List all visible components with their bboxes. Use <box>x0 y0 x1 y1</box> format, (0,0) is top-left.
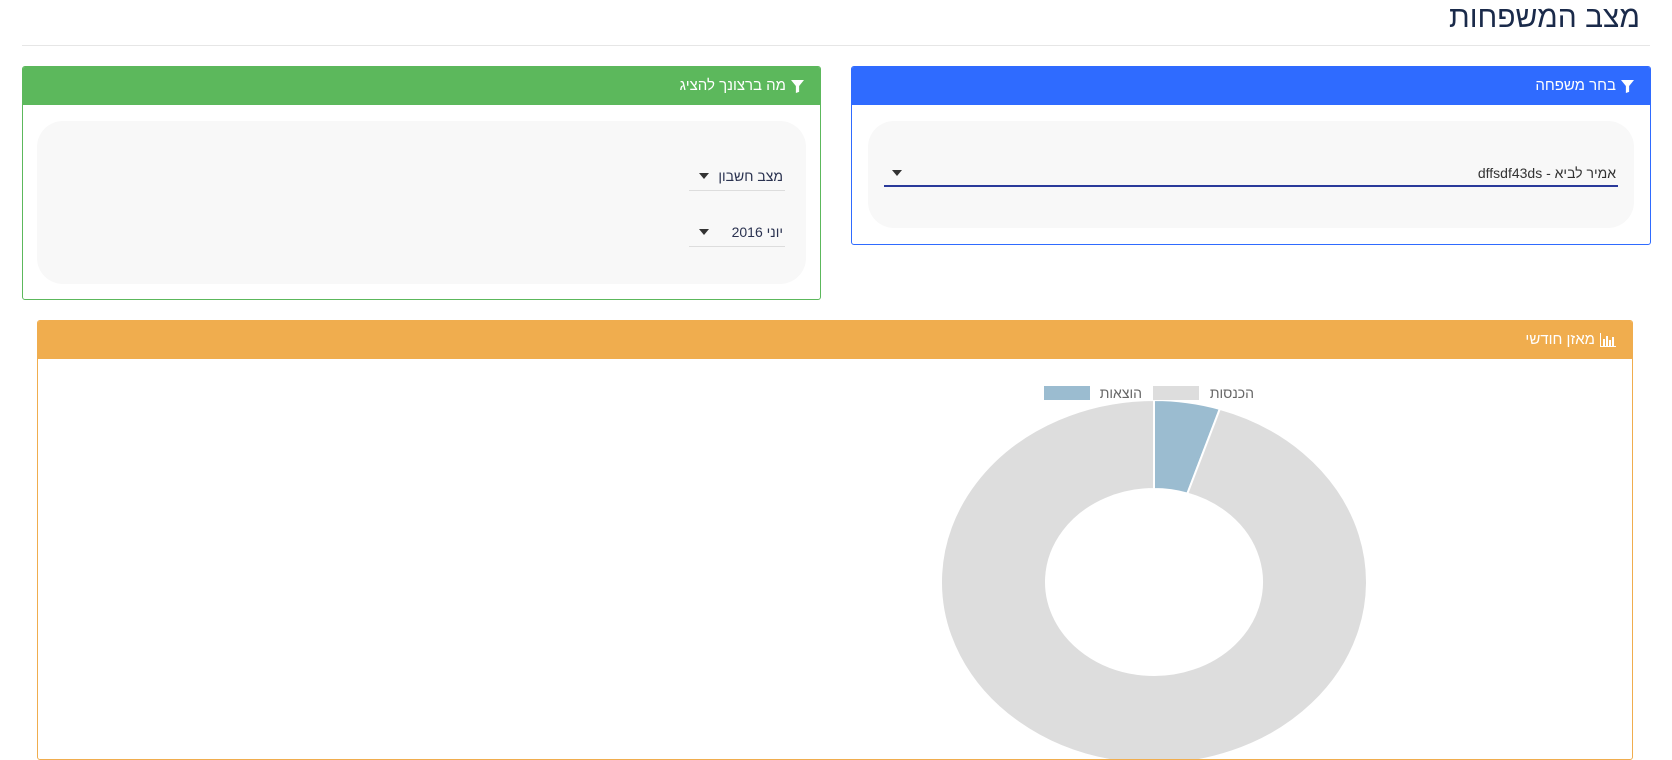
family-panel-header: בחר משפחה <box>852 67 1650 105</box>
legend-label-0: הוצאות <box>1100 385 1142 401</box>
chart-panel-title: מאזן חודשי <box>1525 331 1595 348</box>
display-options-panel: מה ברצונך להציג מצב חשבון יוני 2016 <box>22 66 821 300</box>
chevron-down-icon <box>699 172 709 179</box>
chevron-down-icon <box>892 170 902 176</box>
family-select-value: אמיר לביא - dffsdf43ds <box>1477 165 1616 181</box>
title-divider <box>22 45 1650 46</box>
family-panel-title: בחר משפחה <box>1535 77 1616 94</box>
legend-swatch-0 <box>1044 386 1090 400</box>
pie-slice-1[interactable] <box>940 398 1368 759</box>
options-well: מצב חשבון יוני 2016 <box>37 121 806 284</box>
bar-chart-icon <box>1600 333 1616 347</box>
view-type-select[interactable]: מצב חשבון <box>689 165 785 191</box>
family-select[interactable]: אמיר לביא - dffsdf43ds <box>884 165 1618 187</box>
family-panel: בחר משפחה אמיר לביא - dffsdf43ds <box>851 66 1651 245</box>
legend-swatch-1 <box>1153 386 1199 400</box>
view-type-value: מצב חשבון <box>718 167 783 184</box>
family-well: אמיר לביא - dffsdf43ds <box>868 121 1634 228</box>
filter-icon <box>791 79 804 93</box>
page-title: מצב המשפחות <box>1448 1 1640 34</box>
options-panel-title: מה ברצונך להציג <box>679 77 786 94</box>
month-value: יוני 2016 <box>731 223 783 240</box>
monthly-balance-chart: הוצאות הכנסות <box>940 385 1368 759</box>
chart-panel-header: מאזן חודשי <box>38 321 1632 359</box>
options-panel-header: מה ברצונך להציג <box>23 67 820 105</box>
month-select[interactable]: יוני 2016 <box>689 221 785 247</box>
filter-icon <box>1621 79 1634 93</box>
monthly-balance-panel: מאזן חודשי הוצאות הכנסות <box>37 320 1633 760</box>
chevron-down-icon <box>699 228 709 235</box>
legend-label-1: הכנסות <box>1210 385 1254 401</box>
